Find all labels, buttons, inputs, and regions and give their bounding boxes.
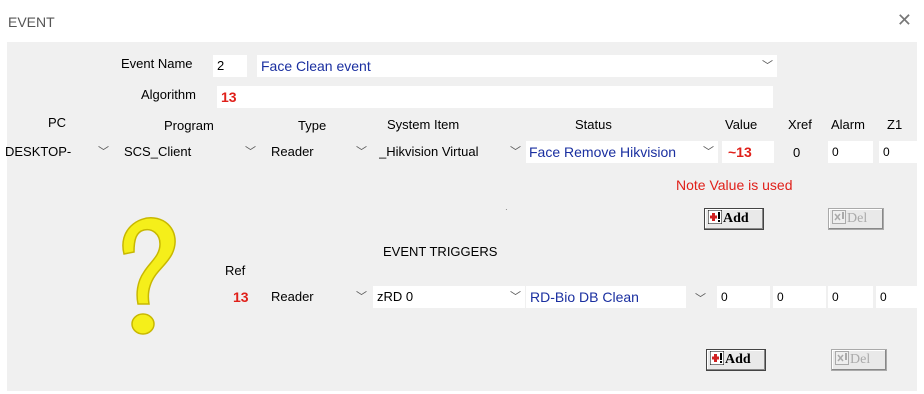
trigger-type-value: Reader [271,289,314,304]
ref-label: Ref [225,263,246,278]
type-select[interactable]: Reader ﹀ [271,141,371,163]
chevron-down-icon: ﹀ [762,60,773,72]
algorithm-label: Algorithm [141,87,196,102]
ref-value: 13 [233,289,249,305]
event-triggers-heading: EVENT TRIGGERS [383,244,498,259]
add-button[interactable]: Add [704,208,764,230]
trigger-type-select[interactable]: Reader ﹀ [271,286,371,308]
header-z1: Z1 [887,117,903,132]
header-program: Program [164,118,214,133]
chevron-down-icon: ﹀ [701,141,714,163]
window-title: EVENT [8,14,55,30]
status-select[interactable]: Face Remove Hikvision ﹀ [526,141,718,163]
header-value: Value [725,117,758,132]
delete-icon [835,351,849,365]
trigger-add-button[interactable]: Add [706,349,766,371]
xref-value: 0 [793,145,801,160]
chevron-down-icon: ﹀ [356,291,367,303]
system-item-value: _Hikvision Virtual [379,144,479,159]
trigger-value-field-1[interactable]: 0 [717,286,770,308]
question-mark-icon [122,217,176,335]
trigger-del-button[interactable]: Del [831,349,887,371]
program-value: SCS_Client [124,144,192,159]
trigger-add-label: Add [725,352,751,367]
del-button[interactable]: Del [828,208,884,230]
event-name-label: Event Name [121,56,193,71]
pc-value: DESKTOP- [5,144,72,159]
trigger-value-field-2[interactable]: 0 [773,286,826,308]
trigger-value-field-4[interactable]: 0 [876,286,917,308]
trigger-item-value: zRD 0 [377,289,414,304]
header-xref: Xref [788,117,812,132]
trigger-status-field[interactable]: RD-Bio DB Clean [526,286,686,308]
chevron-down-icon: ﹀ [510,291,521,303]
header-system-item: System Item [387,117,460,132]
dialog-body: Event Name 2 Face Clean event ﹀ Algorith… [5,42,917,391]
chevron-down-icon: ﹀ [245,146,256,158]
trigger-del-label: Del [850,352,871,367]
value-field[interactable]: ~13 [722,141,774,163]
close-icon[interactable]: ✕ [897,10,912,31]
header-type: Type [298,118,327,133]
type-value: Reader [271,144,314,159]
header-status: Status [575,117,612,132]
event-window: EVENT ✕ Event Name 2 Face Clean event ﹀ … [0,0,924,394]
chevron-down-icon: ﹀ [356,146,367,158]
add-icon [707,209,723,225]
add-label: Add [723,211,749,226]
title-bar: EVENT ✕ [0,0,924,42]
system-item-select[interactable]: _Hikvision Virtual ﹀ [379,141,525,163]
header-pc: PC [48,115,67,130]
note-text: Note Value is used [676,177,793,193]
status-value: Face Remove Hikvision [529,144,677,160]
algorithm-field[interactable]: 13 [217,86,773,108]
trigger-item-select[interactable]: zRD 0 ﹀ [373,286,525,308]
delete-icon [832,210,846,224]
program-select[interactable]: SCS_Client ﹀ [124,141,260,163]
chevron-down-icon: ﹀ [98,146,109,158]
pc-select[interactable]: DESKTOP- ﹀ [5,141,109,163]
event-number-field[interactable]: 2 [213,55,247,77]
add-icon [709,350,725,366]
chevron-down-icon: ﹀ [510,146,521,158]
dot-mark: · [505,205,508,214]
del-label: Del [847,211,868,226]
event-name-select[interactable]: Face Clean event ﹀ [257,55,777,77]
trigger-value-field-3[interactable]: 0 [828,286,873,308]
header-alarm: Alarm [831,117,865,132]
event-name-value: Face Clean event [261,58,371,74]
z1-field[interactable]: 0 [879,141,917,163]
alarm-field[interactable]: 0 [828,141,873,163]
